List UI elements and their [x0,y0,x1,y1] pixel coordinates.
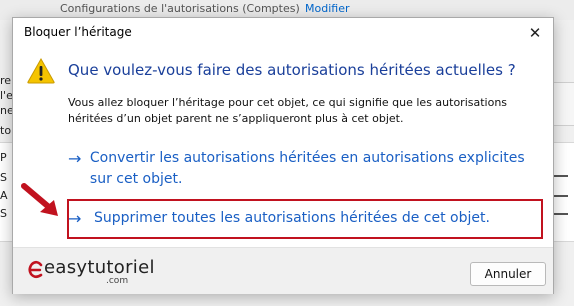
background-fragment: P [0,151,7,164]
easytutoriel-logo: easytutoriel .com [28,257,168,287]
background-top-link[interactable]: Modifier [305,2,349,15]
background-top-text: Configurations de l'autorisations (Compt… [60,2,300,15]
dialog-footer: easytutoriel .com Annuler [13,247,553,294]
logo-domain: .com [106,276,129,286]
warning-icon [27,58,55,84]
close-button[interactable]: ✕ [517,18,553,48]
background-fragment: S [0,171,7,184]
background-tick [552,195,568,197]
dialog-titlebar[interactable]: Bloquer l’héritage ✕ [13,18,553,48]
background-tick [552,175,568,177]
background-table-left: P S A S [0,142,12,242]
logo-text: easytutoriel [44,257,155,278]
block-inheritance-dialog: Bloquer l’héritage ✕ Que voulez-vous fai… [12,17,554,294]
dialog-heading: Que voulez-vous faire des autorisations … [68,61,516,79]
background-tick [552,213,568,215]
convert-inherited-option[interactable]: → Convertir les autorisations héritées e… [68,148,538,190]
cancel-button[interactable]: Annuler [470,262,546,286]
background-fragment: re [0,74,12,87]
background-fragment: A [0,189,8,202]
dialog-description: Vous allez bloquer l’héritage pour cet o… [68,96,508,125]
dialog-title: Bloquer l’héritage [24,25,132,39]
background-fragment: S [0,207,7,220]
highlight-box [67,199,543,239]
background-right-box [552,82,574,126]
close-icon: ✕ [528,24,542,42]
background-fragment: l'e [0,89,13,102]
red-arrow-icon [21,183,58,216]
arrow-right-icon: → [68,149,82,168]
option-label: Convertir les autorisations héritées en … [89,150,525,187]
